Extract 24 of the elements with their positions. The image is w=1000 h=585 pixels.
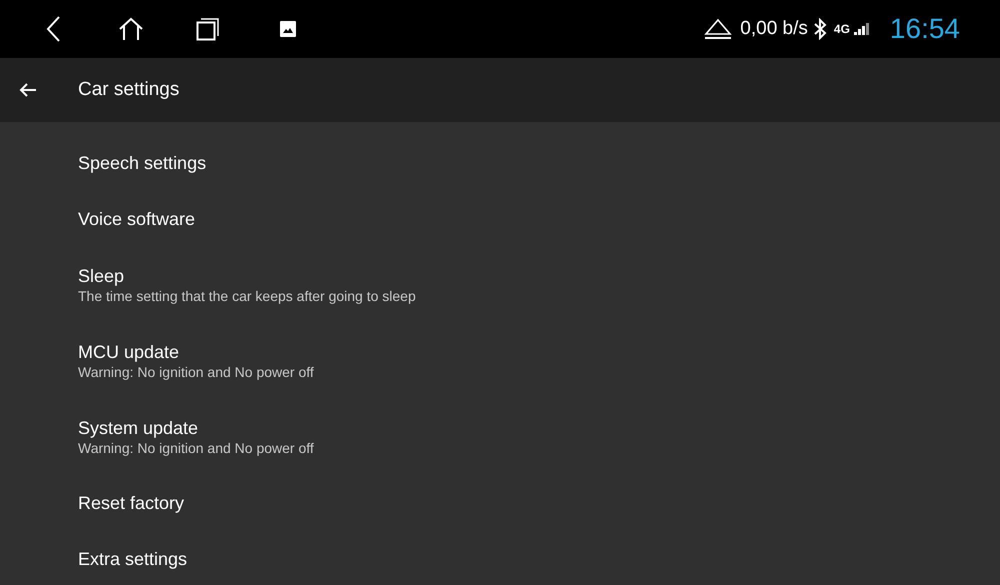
settings-item[interactable]: MCU update Warning: No ignition and No power off [0, 323, 1000, 399]
settings-item[interactable]: Reset factory [0, 475, 1000, 531]
item-description: Warning: No ignition and No power off [78, 363, 314, 381]
network-type: 4G [834, 21, 850, 38]
item-title: MCU update [78, 341, 180, 363]
image-icon[interactable] [280, 21, 296, 37]
recent-apps-icon[interactable] [196, 17, 220, 41]
settings-item[interactable]: Speech settings [0, 135, 1000, 191]
settings-item[interactable]: Extra settings [0, 531, 1000, 585]
signal-icon [854, 23, 872, 35]
home-icon[interactable] [117, 17, 145, 41]
page-title: Car settings [78, 78, 180, 102]
settings-item[interactable]: System update Warning: No ignition and No power off [0, 399, 1000, 475]
settings-item[interactable]: Voice software [0, 191, 1000, 247]
network-speed: 0,00 b/s [740, 16, 808, 41]
back-arrow-icon[interactable] [19, 82, 37, 98]
item-description: The time setting that the car keeps after going to sleep [78, 287, 416, 305]
clock: 16:54 [890, 12, 960, 46]
back-icon[interactable] [45, 15, 61, 43]
settings-item[interactable]: Sleep The time setting that the car keeps after going to sleep [0, 247, 1000, 323]
eject-icon [704, 18, 732, 40]
item-title: System update [78, 417, 198, 439]
item-description: Warning: No ignition and No power off [78, 439, 314, 457]
item-title: Sleep [78, 265, 124, 287]
